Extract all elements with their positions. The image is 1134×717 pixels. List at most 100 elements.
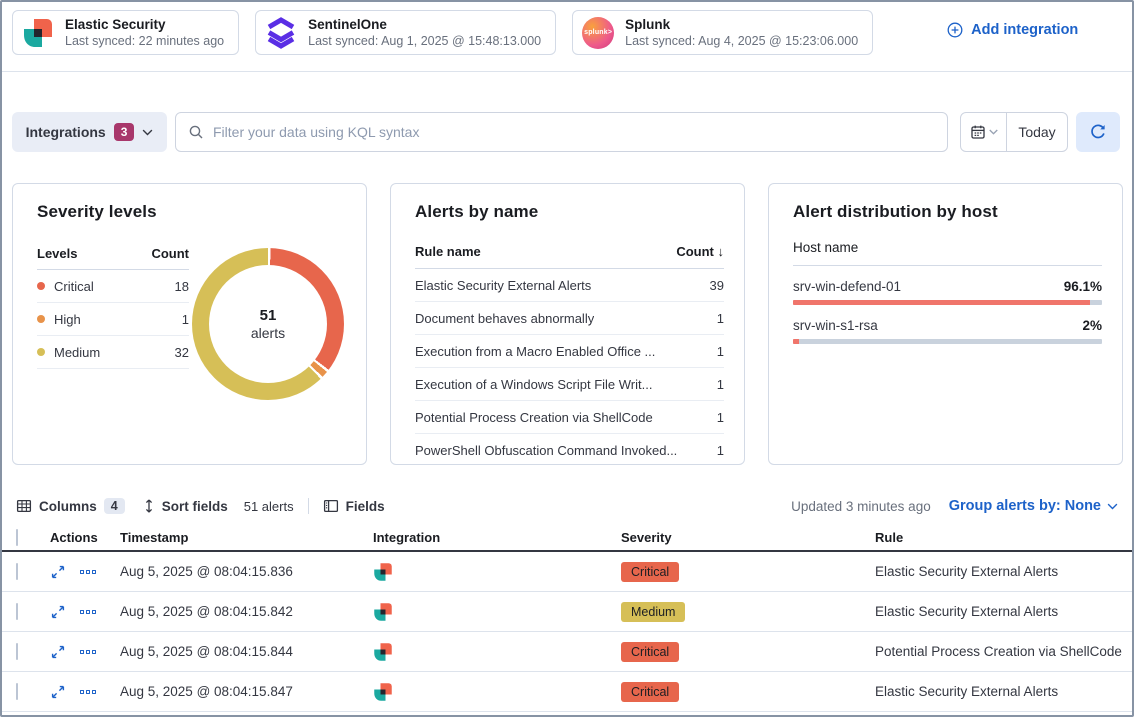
row-checkbox[interactable] [16, 603, 18, 620]
row-checkbox[interactable] [16, 643, 18, 660]
filter-bar: Integrations 3 Today [12, 112, 1120, 152]
severity-count: 18 [175, 279, 189, 294]
column-header-count-sort[interactable]: Count ↓ [676, 244, 724, 259]
alerts-by-name-panel: Alerts by name Rule name Count ↓ Elastic… [390, 183, 745, 465]
alerts-by-name-row[interactable]: Execution from a Macro Enabled Office ..… [415, 335, 724, 368]
panel-title: Severity levels [37, 202, 346, 222]
date-range-today-button[interactable]: Today [1007, 113, 1067, 151]
header-integration[interactable]: Integration [373, 530, 621, 545]
columns-button[interactable]: Columns 4 [16, 498, 125, 514]
donut-center: 51 alerts [209, 265, 327, 383]
rule-count: 1 [717, 443, 724, 458]
integration-card-elastic-security[interactable]: Elastic Security Last synced: 22 minutes… [12, 10, 239, 55]
alerts-by-name-row-clipped[interactable]: PowerShell Obfuscation Command Invoked..… [415, 434, 724, 465]
host-row[interactable]: srv-win-defend-01 96.1% [793, 279, 1102, 305]
alert-row[interactable]: Aug 5, 2025 @ 08:04:15.842 Medium Elasti… [2, 592, 1132, 632]
host-row[interactable]: srv-win-s1-rsa 2% [793, 318, 1102, 344]
rule-count: 1 [717, 377, 724, 392]
rule-count: 1 [717, 311, 724, 326]
alert-row[interactable]: Aug 5, 2025 @ 08:04:15.844 Critical Pote… [2, 632, 1132, 672]
expand-alert-icon[interactable] [50, 604, 66, 620]
chevron-down-icon [1107, 503, 1118, 510]
severity-row-medium[interactable]: Medium 32 [37, 336, 189, 369]
more-actions-icon[interactable] [80, 570, 96, 574]
severity-levels-panel: Severity levels Levels Count Critical 18… [12, 183, 367, 465]
select-all-checkbox[interactable] [16, 529, 18, 546]
sentinelone-logo-icon [264, 16, 298, 50]
alerts-table: Actions Timestamp Integration Severity R… [2, 525, 1132, 715]
refresh-button[interactable] [1076, 112, 1120, 152]
search-icon [188, 124, 204, 140]
sort-fields-label: Sort fields [162, 499, 228, 514]
alert-row[interactable]: Aug 5, 2025 @ 08:04:15.847 Critical Elas… [2, 672, 1132, 712]
host-bar-fill [793, 300, 1090, 305]
severity-donut-chart[interactable]: 51 alerts [192, 248, 344, 400]
more-actions-icon[interactable] [80, 610, 96, 614]
expand-alert-icon[interactable] [50, 564, 66, 580]
alerts-by-name-row[interactable]: Elastic Security External Alerts 39 [415, 269, 724, 302]
more-actions-icon[interactable] [80, 690, 96, 694]
columns-count-badge: 4 [104, 498, 125, 514]
integrations-filter-label: Integrations [26, 124, 106, 140]
host-bar-track [793, 339, 1102, 344]
rule-name: PowerShell Obfuscation Command Invoked..… [415, 443, 677, 458]
columns-grid-icon [16, 498, 32, 514]
alerts-by-name-row[interactable]: Document behaves abnormally 1 [415, 302, 724, 335]
header-severity[interactable]: Severity [621, 530, 875, 545]
integration-card-sentinelone[interactable]: SentinelOne Last synced: Aug 1, 2025 @ 1… [255, 10, 556, 55]
total-alerts-number: 51 [260, 307, 277, 324]
alert-row[interactable]: Aug 5, 2025 @ 08:04:15.836 Critical Elas… [2, 552, 1132, 592]
integration-name: SentinelOne [308, 16, 541, 33]
integration-card-splunk[interactable]: splunk> Splunk Last synced: Aug 4, 2025 … [572, 10, 873, 55]
severity-count: 32 [175, 345, 189, 360]
integration-elastic-security-icon [373, 682, 621, 702]
total-alerts-label: alerts [251, 325, 285, 341]
row-checkbox[interactable] [16, 563, 18, 580]
more-actions-icon[interactable] [80, 650, 96, 654]
alert-timestamp: Aug 5, 2025 @ 08:04:15.844 [120, 644, 373, 659]
severity-dot [37, 315, 45, 323]
group-alerts-by-label: Group alerts by: None [949, 498, 1101, 514]
header-actions: Actions [50, 530, 120, 545]
kql-filter-input[interactable] [213, 124, 935, 140]
summary-panels: Severity levels Levels Count Critical 18… [12, 183, 1123, 465]
expand-alert-icon[interactable] [50, 644, 66, 660]
header-rule[interactable]: Rule [875, 530, 1132, 545]
header-timestamp[interactable]: Timestamp [120, 530, 373, 545]
column-header-rule-name: Rule name [415, 244, 481, 259]
divider [308, 498, 309, 514]
rule-name: Potential Process Creation via ShellCode [415, 410, 653, 425]
severity-badge: Medium [621, 602, 685, 622]
severity-row-critical[interactable]: Critical 18 [37, 270, 189, 303]
severity-count: 1 [182, 312, 189, 327]
alert-timestamp: Aug 5, 2025 @ 08:04:15.836 [120, 564, 373, 579]
alert-distribution-by-host-panel: Alert distribution by host Host name srv… [768, 183, 1123, 465]
severity-dot [37, 282, 45, 290]
plus-circle-icon [947, 22, 963, 38]
splunk-logo-icon: splunk> [581, 16, 615, 50]
integrations-filter-button[interactable]: Integrations 3 [12, 112, 167, 152]
rule-name: Execution from a Macro Enabled Office ..… [415, 344, 655, 359]
expand-alert-icon[interactable] [50, 684, 66, 700]
sort-desc-icon: ↓ [718, 244, 725, 259]
kql-search-box[interactable] [175, 112, 948, 152]
add-integration-button[interactable]: Add integration [947, 22, 1078, 38]
date-picker-menu-button[interactable] [961, 113, 1007, 151]
group-alerts-by-button[interactable]: Group alerts by: None [949, 498, 1118, 514]
integration-name: Splunk [625, 16, 858, 33]
row-checkbox[interactable] [16, 683, 18, 700]
host-bar-fill [793, 339, 799, 344]
column-header-levels: Levels [37, 246, 77, 261]
alert-timestamp: Aug 5, 2025 @ 08:04:15.847 [120, 684, 373, 699]
security-alerts-dashboard: Elastic Security Last synced: 22 minutes… [0, 0, 1134, 717]
alerts-by-name-row[interactable]: Potential Process Creation via ShellCode… [415, 401, 724, 434]
updated-timestamp: Updated 3 minutes ago [791, 499, 931, 514]
sort-fields-button[interactable]: Sort fields [143, 498, 228, 514]
severity-row-high[interactable]: High 1 [37, 303, 189, 336]
rule-count: 39 [710, 278, 724, 293]
rule-name: Elastic Security External Alerts [415, 278, 591, 293]
alerts-by-name-row[interactable]: Execution of a Windows Script File Writ.… [415, 368, 724, 401]
fields-button[interactable]: Fields [323, 498, 385, 514]
alerts-toolbar: Columns 4 Sort fields 51 alerts Fields U… [16, 492, 1118, 520]
severity-label: High [54, 312, 81, 327]
